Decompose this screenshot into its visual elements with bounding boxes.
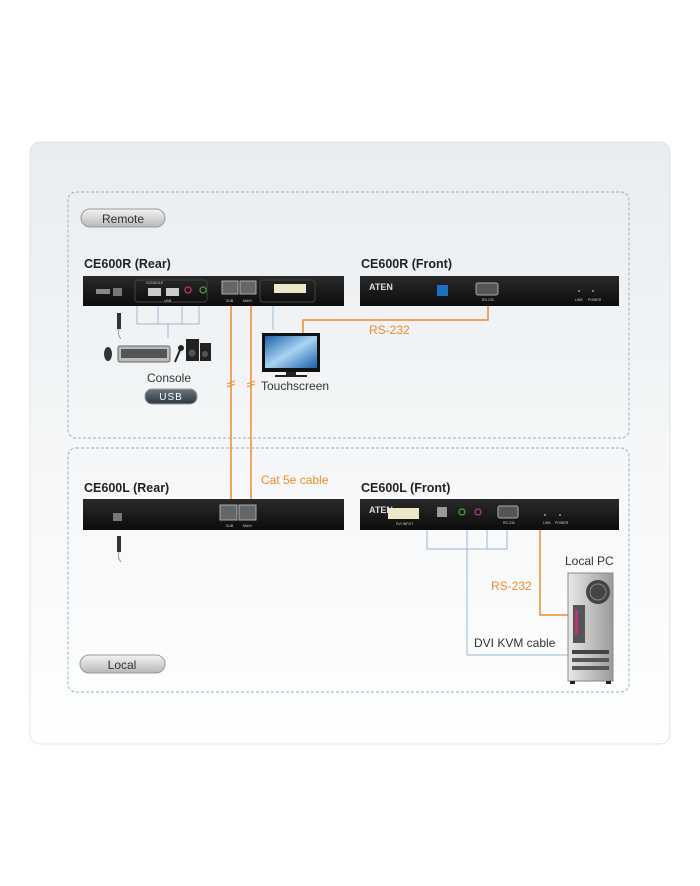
svg-text:MAIN: MAIN	[243, 524, 252, 528]
svg-text:RS-232: RS-232	[503, 521, 515, 525]
svg-text:LINK: LINK	[543, 521, 551, 525]
svg-text:CONSOLE: CONSOLE	[146, 281, 164, 285]
console-label: Console	[147, 371, 191, 385]
svg-text:Remote: Remote	[102, 212, 144, 226]
rs232-local-label: RS-232	[491, 579, 532, 593]
svg-text:USB: USB	[159, 392, 183, 403]
svg-text:POWER: POWER	[555, 521, 569, 525]
local-pc-label: Local PC	[565, 554, 614, 568]
cat5e-label: Cat 5e cable	[261, 473, 329, 487]
svg-text:USB: USB	[164, 299, 172, 303]
svg-text:POWER: POWER	[588, 298, 602, 302]
dvi-kvm-cable-label: DVI KVM cable	[474, 636, 556, 650]
svg-text:DVI INPUT: DVI INPUT	[396, 522, 414, 526]
usb-badge: USB	[144, 388, 198, 405]
rs232-remote-label: RS-232	[369, 323, 410, 337]
remote-front-title: CE600R (Front)	[361, 257, 452, 271]
local-pc-tower-icon	[567, 572, 614, 684]
ce600l-front-device: ATEN DVI INPUT RS-232 LINK POWER	[360, 499, 619, 530]
svg-text:LINK: LINK	[575, 298, 583, 302]
ce600r-front-device: ATEN RS-232 LINK POWER	[360, 276, 619, 306]
svg-text:MAIN: MAIN	[243, 299, 252, 303]
svg-text:Local: Local	[108, 658, 137, 672]
svg-text:ATEN: ATEN	[369, 282, 393, 292]
ce600-connection-diagram: Remote Local CE600R (Rear) CE600R (Front…	[29, 141, 671, 745]
remote-rear-title: CE600R (Rear)	[84, 257, 171, 271]
local-rear-title: CE600L (Rear)	[84, 481, 169, 495]
usb-port	[166, 288, 179, 296]
usb-port	[148, 288, 161, 296]
ce600l-rear-device: SUB MAIN	[83, 499, 344, 530]
svg-text:RS-232: RS-232	[482, 298, 494, 302]
svg-text:SUB: SUB	[226, 299, 234, 303]
ce600r-rear-device: CONSOLE USB SUB MAIN	[83, 276, 344, 306]
local-zone-badge: Local	[79, 654, 166, 674]
local-front-title: CE600L (Front)	[361, 481, 450, 495]
touchscreen-label: Touchscreen	[261, 379, 329, 393]
remote-zone-badge: Remote	[80, 208, 166, 228]
touchscreen-monitor-icon	[262, 333, 320, 377]
svg-text:SUB: SUB	[226, 524, 234, 528]
